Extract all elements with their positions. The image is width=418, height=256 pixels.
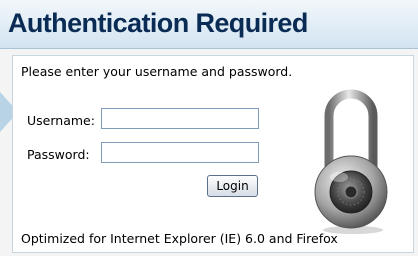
login-panel: Please enter your username and password.… — [12, 55, 414, 253]
password-field[interactable] — [101, 142, 259, 163]
username-label: Username: — [27, 113, 95, 128]
page-header: Authentication Required — [0, 0, 418, 49]
instructions-text: Please enter your username and password. — [21, 64, 293, 79]
browser-note: Optimized for Internet Explorer (IE) 6.0… — [21, 231, 338, 246]
page-title: Authentication Required — [8, 8, 308, 38]
username-field[interactable] — [101, 108, 259, 129]
login-button[interactable]: Login — [207, 175, 258, 197]
password-label: Password: — [27, 147, 90, 162]
combination-padlock-icon — [314, 89, 388, 234]
